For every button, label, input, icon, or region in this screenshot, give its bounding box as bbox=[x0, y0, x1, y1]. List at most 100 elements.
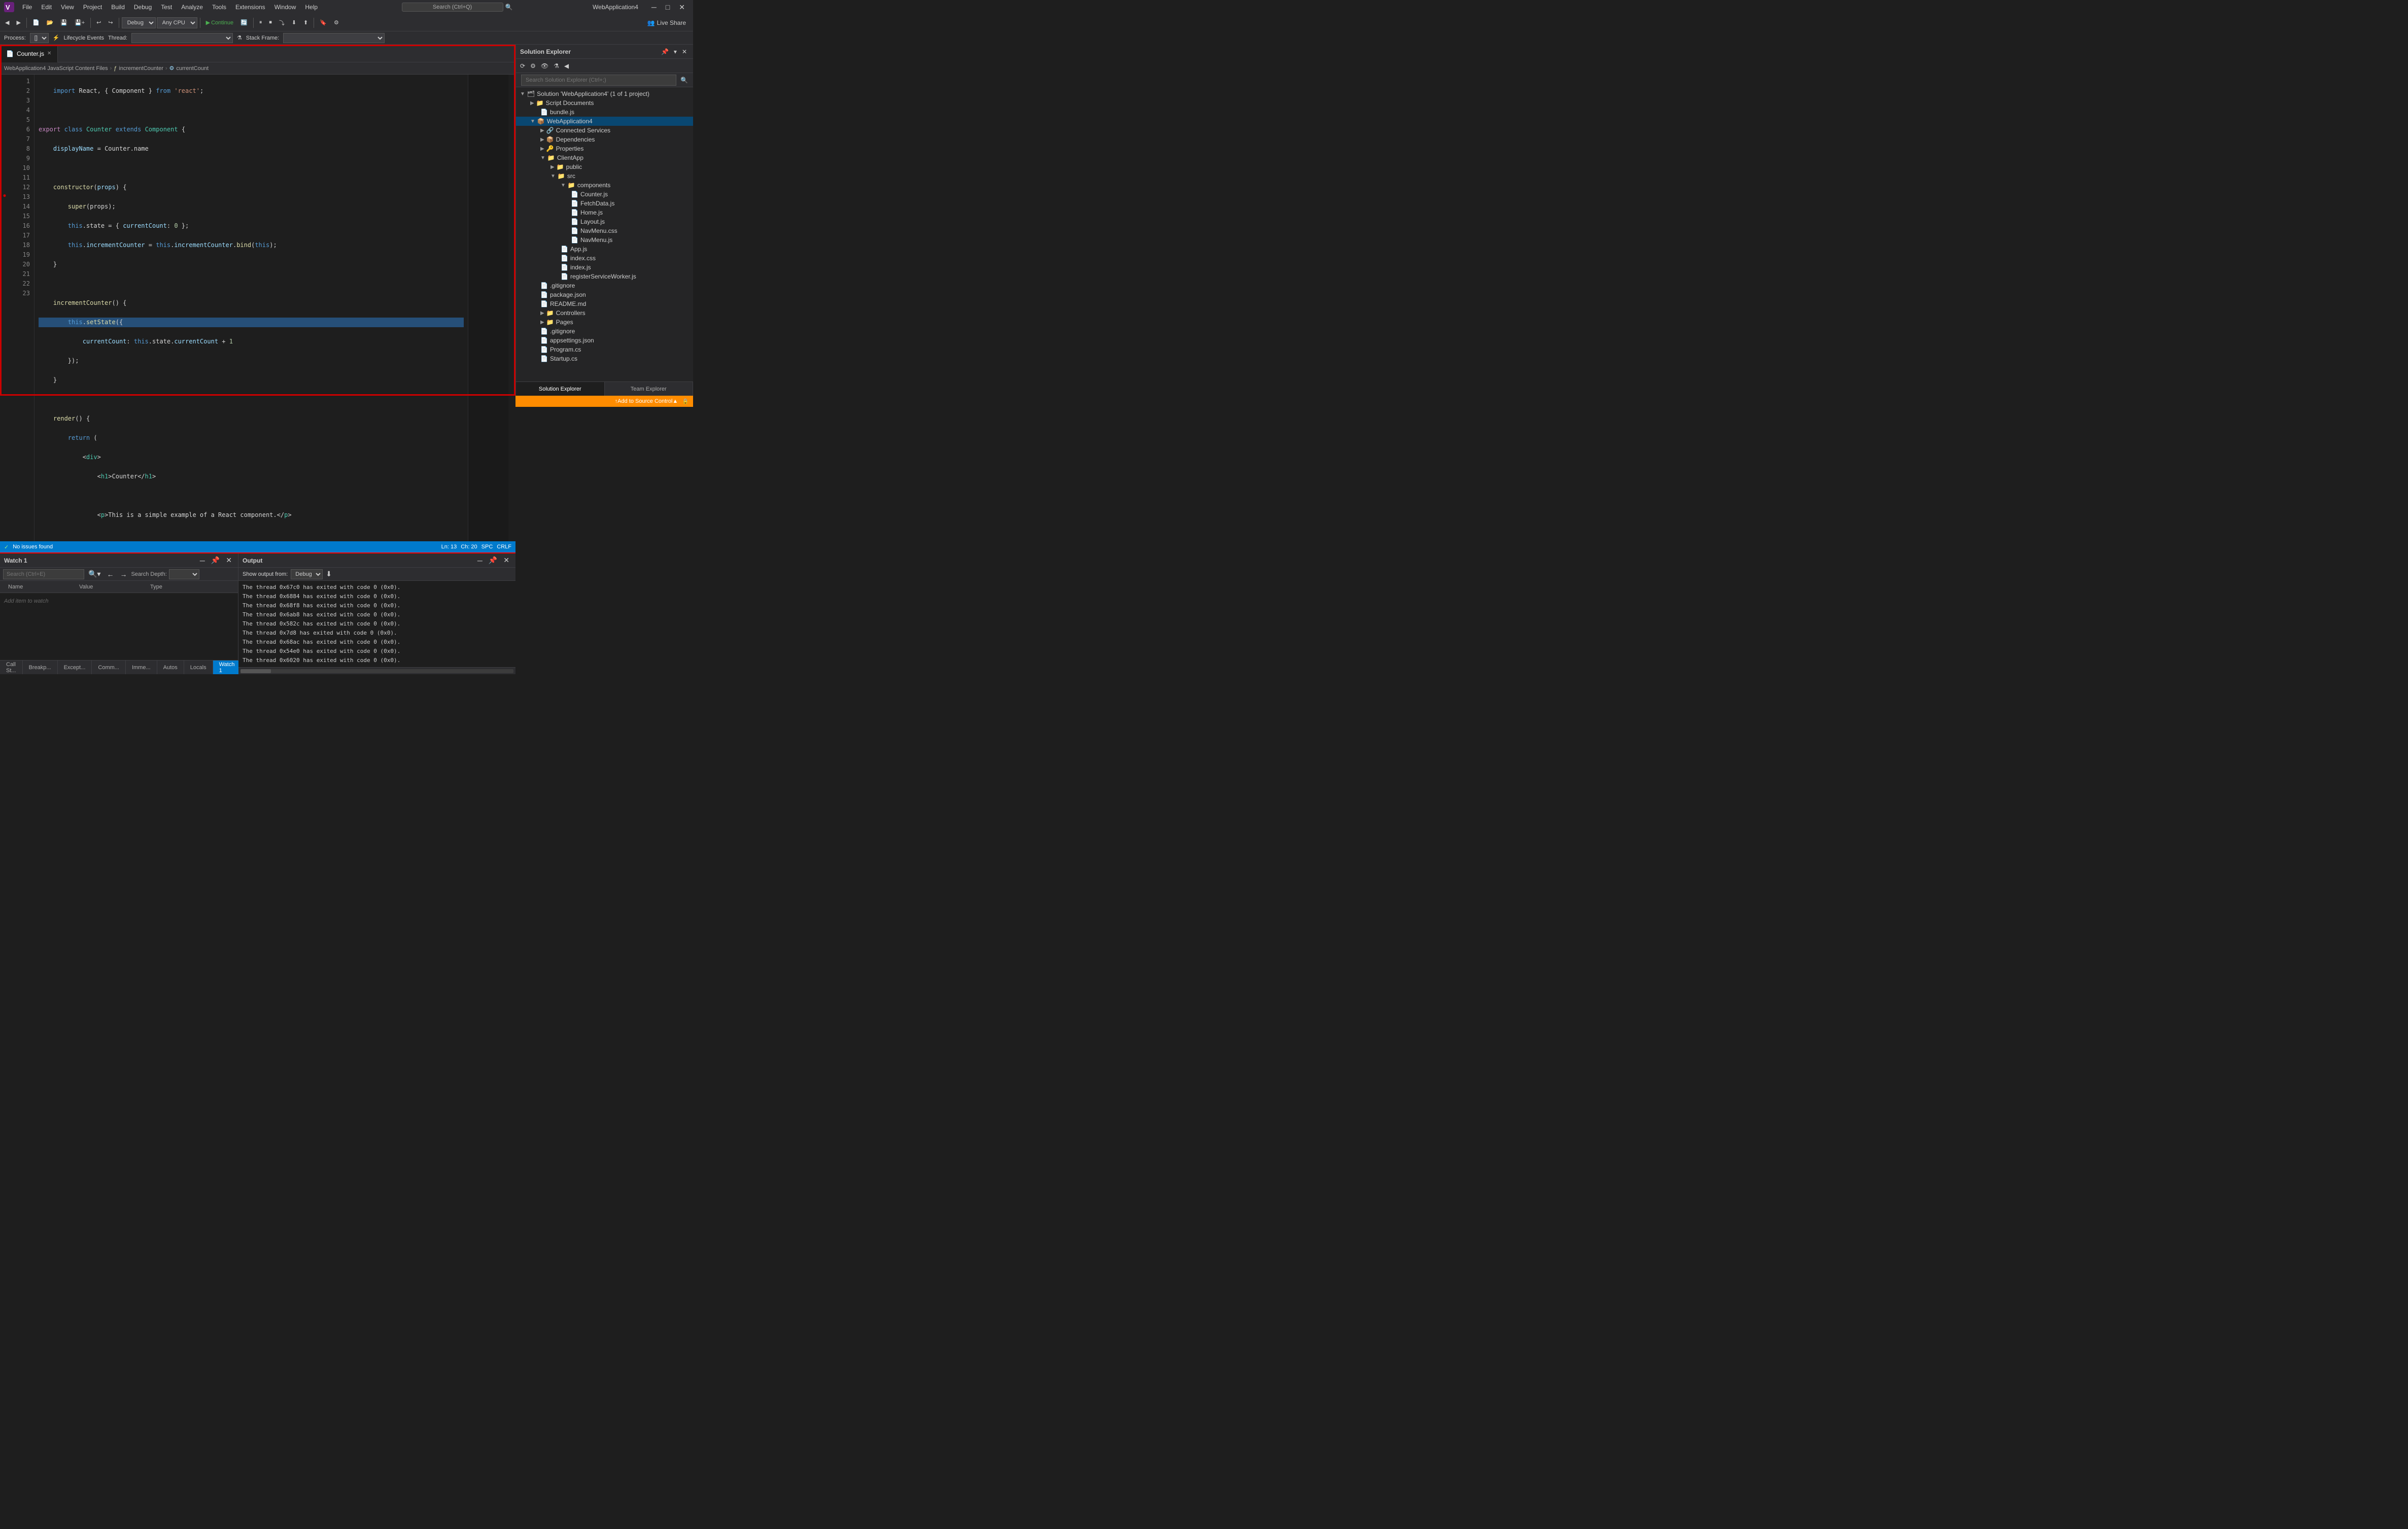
continue-btn[interactable]: ▶ Continue bbox=[203, 18, 237, 27]
process-dropdown[interactable]: [] bbox=[30, 33, 49, 43]
menu-test[interactable]: Test bbox=[157, 2, 176, 13]
output-hscrollbar-thumb[interactable] bbox=[240, 669, 271, 673]
debug-config-dropdown[interactable]: Debug bbox=[122, 17, 156, 28]
debug-tab-watch1[interactable]: Watch 1 bbox=[213, 661, 242, 674]
watch-forward-btn[interactable]: → bbox=[118, 570, 129, 578]
stack-frame-dropdown[interactable] bbox=[283, 33, 385, 43]
code-text[interactable]: import React, { Component } from 'react'… bbox=[35, 75, 468, 541]
tree-program-cs[interactable]: 📄 Program.cs bbox=[516, 345, 693, 354]
tree-bundle-js[interactable]: 📄 bundle.js bbox=[516, 108, 693, 117]
editor-vscrollbar[interactable] bbox=[508, 75, 515, 541]
tree-src[interactable]: ▼ 📁 src bbox=[516, 171, 693, 181]
pause-btn[interactable]: ⏸ bbox=[256, 18, 265, 27]
se-search-btn[interactable]: 🔍 bbox=[678, 76, 690, 85]
output-pin-btn[interactable]: 📌 bbox=[487, 556, 499, 565]
tree-pages[interactable]: ▶ 📁 Pages bbox=[516, 318, 693, 327]
debug-tab-breakpoints[interactable]: Breakp... bbox=[23, 661, 58, 674]
tree-home-js[interactable]: 📄 Home.js bbox=[516, 208, 693, 217]
step-out-btn[interactable]: ⬆ bbox=[300, 18, 311, 27]
se-collapse-btn[interactable]: ◀ bbox=[562, 61, 571, 71]
output-vscrollbar[interactable] bbox=[508, 581, 515, 667]
tree-script-docs[interactable]: ▶ 📁 Script Documents bbox=[516, 98, 693, 108]
restart-btn[interactable]: 🔄 bbox=[237, 18, 251, 27]
se-close-btn[interactable]: ✕ bbox=[680, 47, 689, 56]
forward-btn[interactable]: ▶ bbox=[13, 18, 23, 27]
back-btn[interactable]: ◀ bbox=[2, 18, 12, 27]
se-pin-btn[interactable]: 📌 bbox=[659, 47, 671, 56]
tree-startup-cs[interactable]: 📄 Startup.cs bbox=[516, 354, 693, 363]
menu-project[interactable]: Project bbox=[79, 2, 106, 13]
output-scroll-bottom[interactable]: ⬇ bbox=[326, 570, 332, 578]
debug-tab-immediate[interactable]: Imme... bbox=[126, 661, 157, 674]
watch-pin-btn[interactable]: 📌 bbox=[209, 556, 222, 565]
editor-tab-counter-js[interactable]: 📄 Counter.js ✕ bbox=[0, 45, 58, 62]
menu-extensions[interactable]: Extensions bbox=[231, 2, 269, 13]
watch-search-opts[interactable]: 🔍▾ bbox=[86, 570, 102, 578]
tree-public[interactable]: ▶ 📁 public bbox=[516, 162, 693, 171]
se-view-btn[interactable]: 👁 bbox=[539, 61, 551, 71]
bookmark-btn[interactable]: 🔖 bbox=[317, 18, 330, 27]
menu-tools[interactable]: Tools bbox=[208, 2, 230, 13]
live-share-btn[interactable]: 👥 Live Share bbox=[642, 17, 691, 28]
debug-tab-callstack[interactable]: Call St... bbox=[0, 661, 23, 674]
tree-readme[interactable]: 📄 README.md bbox=[516, 299, 693, 308]
tree-navmenu-css[interactable]: 📄 NavMenu.css bbox=[516, 226, 693, 235]
se-props-btn[interactable]: ⚙ bbox=[528, 61, 538, 71]
add-watch-placeholder[interactable]: Add item to watch bbox=[4, 598, 48, 604]
global-search[interactable]: Search (Ctrl+Q) bbox=[402, 3, 503, 12]
tree-dependencies[interactable]: ▶ 📦 Dependencies bbox=[516, 135, 693, 144]
thread-dropdown[interactable] bbox=[131, 33, 233, 43]
debug-tab-locals[interactable]: Locals bbox=[184, 661, 213, 674]
code-editor[interactable]: ● 1 2 3 4 5 bbox=[0, 75, 515, 541]
settings-btn[interactable]: ⚙ bbox=[331, 18, 342, 27]
tree-gitignore-2[interactable]: 📄 .gitignore bbox=[516, 327, 693, 336]
add-source-control-text[interactable]: Add to Source Control bbox=[617, 398, 672, 404]
close-btn[interactable]: ✕ bbox=[675, 3, 689, 12]
tree-layout-js[interactable]: 📄 Layout.js bbox=[516, 217, 693, 226]
watch-minimize-btn[interactable]: ─ bbox=[198, 556, 207, 565]
menu-debug[interactable]: Debug bbox=[130, 2, 156, 13]
stop-btn[interactable]: ⏹ bbox=[266, 18, 275, 27]
watch-back-btn[interactable]: ← bbox=[105, 570, 116, 578]
menu-view[interactable]: View bbox=[57, 2, 78, 13]
debug-tab-autos[interactable]: Autos bbox=[157, 661, 184, 674]
cpu-dropdown[interactable]: Any CPU bbox=[157, 17, 197, 28]
menu-help[interactable]: Help bbox=[301, 2, 322, 13]
watch-close-btn[interactable]: ✕ bbox=[224, 556, 234, 565]
tree-gitignore-1[interactable]: 📄 .gitignore bbox=[516, 281, 693, 290]
tree-clientapp[interactable]: ▼ 📁 ClientApp bbox=[516, 153, 693, 162]
se-tab-solution-explorer[interactable]: Solution Explorer bbox=[516, 382, 605, 396]
menu-edit[interactable]: Edit bbox=[37, 2, 56, 13]
watch-search-input[interactable] bbox=[3, 569, 84, 579]
tree-index-css[interactable]: 📄 index.css bbox=[516, 254, 693, 263]
se-filter-btn[interactable]: ⚗ bbox=[552, 61, 561, 71]
undo-btn[interactable]: ↩ bbox=[93, 18, 104, 27]
se-tab-team-explorer[interactable]: Team Explorer bbox=[605, 382, 694, 396]
tree-components[interactable]: ▼ 📁 components bbox=[516, 181, 693, 190]
menu-analyze[interactable]: Analyze bbox=[177, 2, 207, 13]
tree-app-js[interactable]: 📄 App.js bbox=[516, 245, 693, 254]
menu-build[interactable]: Build bbox=[107, 2, 129, 13]
debug-tab-command[interactable]: Comm... bbox=[92, 661, 126, 674]
output-close-btn[interactable]: ✕ bbox=[501, 556, 511, 565]
new-project-btn[interactable]: 📄 bbox=[29, 18, 43, 27]
step-over-btn[interactable]: ⤵ bbox=[276, 17, 288, 28]
output-source-dropdown[interactable]: Debug bbox=[291, 569, 323, 579]
output-minimize-btn[interactable]: ─ bbox=[475, 556, 485, 565]
se-chevron-btn[interactable]: ▾ bbox=[672, 47, 679, 56]
tree-index-js[interactable]: 📄 index.js bbox=[516, 263, 693, 272]
tree-navmenu-js[interactable]: 📄 NavMenu.js bbox=[516, 235, 693, 245]
debug-tab-exceptions[interactable]: Except... bbox=[58, 661, 92, 674]
tree-counter-js[interactable]: 📄 Counter.js bbox=[516, 190, 693, 199]
tree-register-sw[interactable]: 📄 registerServiceWorker.js bbox=[516, 272, 693, 281]
redo-btn[interactable]: ↪ bbox=[105, 18, 116, 27]
save-all-btn[interactable]: 💾+ bbox=[72, 18, 88, 27]
tree-controllers[interactable]: ▶ 📁 Controllers bbox=[516, 308, 693, 318]
se-sync-btn[interactable]: ⟳ bbox=[518, 61, 527, 71]
maximize-btn[interactable]: □ bbox=[662, 3, 674, 11]
tree-webapp4[interactable]: ▼ 📦 WebApplication4 bbox=[516, 117, 693, 126]
menu-file[interactable]: File bbox=[18, 2, 36, 13]
save-btn[interactable]: 💾 bbox=[57, 18, 71, 27]
se-search-input[interactable] bbox=[521, 75, 676, 86]
tree-properties[interactable]: ▶ 🔑 Properties bbox=[516, 144, 693, 153]
